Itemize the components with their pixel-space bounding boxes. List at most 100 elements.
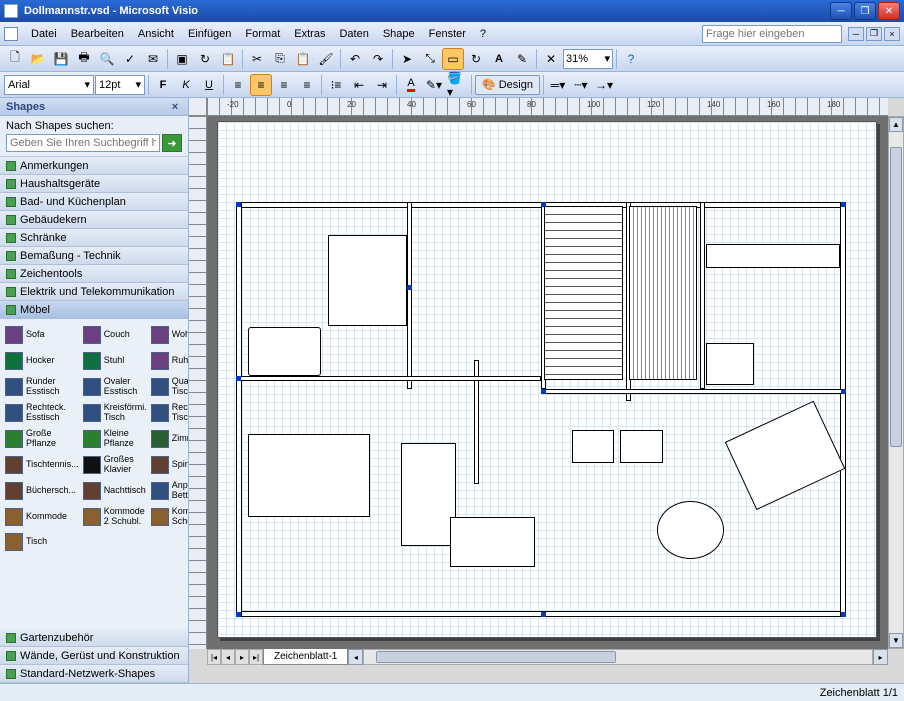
fill-color-button[interactable]: 🪣▾ [446,74,468,96]
page-tab-1[interactable]: Zeichenblatt-1 [263,649,348,665]
stencil-w-nde-ger-st-und-konstruktion[interactable]: Wände, Gerüst und Konstruktion [0,647,188,665]
align-right-button[interactable]: ≡ [273,74,295,96]
tab-next[interactable]: ▸ [235,649,249,665]
refresh-button[interactable]: ↻ [194,48,216,70]
line-color-button[interactable]: ✎▾ [423,74,445,96]
cut-button[interactable]: ✂ [246,48,268,70]
menu-datei[interactable]: Datei [24,25,64,43]
shape-sofa[interactable]: Sofa [4,323,80,347]
decrease-indent-button[interactable]: ⇤ [348,74,370,96]
hscroll-track[interactable] [363,649,873,665]
menu-format[interactable]: Format [238,25,287,43]
font-color-button[interactable]: A [400,74,422,96]
align-center-button[interactable]: ≡ [250,74,272,96]
menu-shape[interactable]: Shape [376,25,422,43]
tab-last[interactable]: ▸| [249,649,263,665]
shape-hocker[interactable]: Hocker [4,349,80,373]
shape-spinettkl-[interactable]: Spinettkl... [150,453,188,477]
menu-ansicht[interactable]: Ansicht [131,25,181,43]
tab-first[interactable]: |◂ [207,649,221,665]
paste-button[interactable]: 📋 [292,48,314,70]
maximize-button[interactable]: ❐ [854,2,876,20]
minimize-button[interactable]: ─ [830,2,852,20]
underline-button[interactable]: U [198,74,220,96]
text-tool[interactable]: A [488,48,510,70]
shape-rechteck-tisch[interactable]: Rechteck. Tisch [150,401,188,425]
shape-gro-es-klavier[interactable]: Großes Klavier [82,453,148,477]
line-weight-button[interactable]: ═▾ [547,74,569,96]
connection-point-tool[interactable]: ✕ [540,48,562,70]
undo-button[interactable]: ↶ [344,48,366,70]
document-icon[interactable] [4,27,18,41]
drawing-viewport[interactable] [207,116,888,649]
shape-nachttisch[interactable]: Nachttisch [82,479,148,503]
email-button[interactable]: ✉ [142,48,164,70]
shapes-button[interactable]: ▣ [171,48,193,70]
shapes-close-icon[interactable]: × [168,101,182,113]
format-painter-button[interactable]: 🖌 [315,48,337,70]
stencil-bad-und-k-chenplan[interactable]: Bad- und Küchenplan [0,193,188,211]
stencil-anmerkungen[interactable]: Anmerkungen [0,157,188,175]
shape-runder-esstisch[interactable]: Runder Esstisch [4,375,80,399]
align-left-button[interactable]: ≡ [227,74,249,96]
shape-kleine-pflanze[interactable]: Kleine Pflanze [82,427,148,451]
stencil-zeichentools[interactable]: Zeichentools [0,265,188,283]
menu-daten[interactable]: Daten [332,25,375,43]
menu-extras[interactable]: Extras [287,25,332,43]
stencil-standard-netzwerk-shapes[interactable]: Standard-Netzwerk-Shapes [0,665,188,683]
horizontal-ruler[interactable]: -20020406080100120140160180 [207,98,888,116]
vscroll-thumb[interactable] [890,147,902,447]
line-pattern-button[interactable]: ┄▾ [570,74,592,96]
ink-tool[interactable]: ✎ [511,48,533,70]
mdi-minimize[interactable]: ─ [848,27,864,41]
shape-ruhesessel[interactable]: Ruhesessel [150,349,188,373]
shape-kommode-2-schubl-[interactable]: Kommode 2 Schubl. [82,505,148,529]
shape-tisch[interactable]: Tisch [4,531,188,553]
shapes-search-input[interactable] [6,134,160,152]
stencil-bema-ung-technik[interactable]: Bemaßung - Technik [0,247,188,265]
menu-einfuegen[interactable]: Einfügen [181,25,238,43]
new-button[interactable]: 🗋 [4,48,26,70]
copy-button[interactable]: ⎘ [269,48,291,70]
connector-tool[interactable]: ⤡ [419,48,441,70]
stencil-moebel[interactable]: Möbel [0,301,188,319]
line-ends-button[interactable]: →▾ [593,74,615,96]
stencil-haushaltsger-te[interactable]: Haushaltsgeräte [0,175,188,193]
vertical-scrollbar[interactable]: ▲ ▼ [888,116,904,649]
spelling-button[interactable]: ✓ [119,48,141,70]
increase-indent-button[interactable]: ⇥ [371,74,393,96]
stencil-schr-nke[interactable]: Schränke [0,229,188,247]
drawing-page[interactable] [217,121,877,638]
bullets-button[interactable]: ⁝≡ [325,74,347,96]
scroll-right-button[interactable]: ▸ [873,649,888,665]
help-search-input[interactable] [702,25,842,43]
stencil-geb-udekern[interactable]: Gebäudekern [0,211,188,229]
shape-kommode[interactable]: Kommode [4,505,80,529]
font-size-combo[interactable]: 12pt▾ [95,75,145,95]
print-preview-button[interactable]: 🔍 [96,48,118,70]
open-button[interactable]: 📂 [27,48,49,70]
scroll-left-button[interactable]: ◂ [348,649,363,665]
shape-zimmerpfl-[interactable]: Zimmerpfl... [150,427,188,451]
shape-ovaler-esstisch[interactable]: Ovaler Esstisch [82,375,148,399]
stencil-gartenzubeh-r[interactable]: Gartenzubehör [0,629,188,647]
help-button[interactable]: ? [620,48,642,70]
zoom-combo[interactable]: 31%▾ [563,49,613,69]
rotate-tool[interactable]: ↻ [465,48,487,70]
shape-tischtennis-[interactable]: Tischtennis... [4,453,80,477]
shape-wohnzimm-[interactable]: Wohnzimm... [150,323,188,347]
pointer-tool[interactable]: ➤ [396,48,418,70]
shape-couch[interactable]: Couch [82,323,148,347]
bold-button[interactable]: F [152,74,174,96]
shapes-search-go[interactable]: ➜ [162,134,182,152]
menu-fenster[interactable]: Fenster [422,25,473,43]
research-button[interactable]: 📋 [217,48,239,70]
menu-bearbeiten[interactable]: Bearbeiten [64,25,131,43]
font-name-combo[interactable]: Arial▾ [4,75,94,95]
mdi-close[interactable]: × [884,27,900,41]
shape-gro-e-pflanze[interactable]: Große Pflanze [4,427,80,451]
print-button[interactable]: 🖶 [73,48,95,70]
scroll-up-button[interactable]: ▲ [889,117,903,132]
shape-anpassb-bett[interactable]: Anpassb. Bett [150,479,188,503]
rectangle-tool[interactable]: ▭ [442,48,464,70]
